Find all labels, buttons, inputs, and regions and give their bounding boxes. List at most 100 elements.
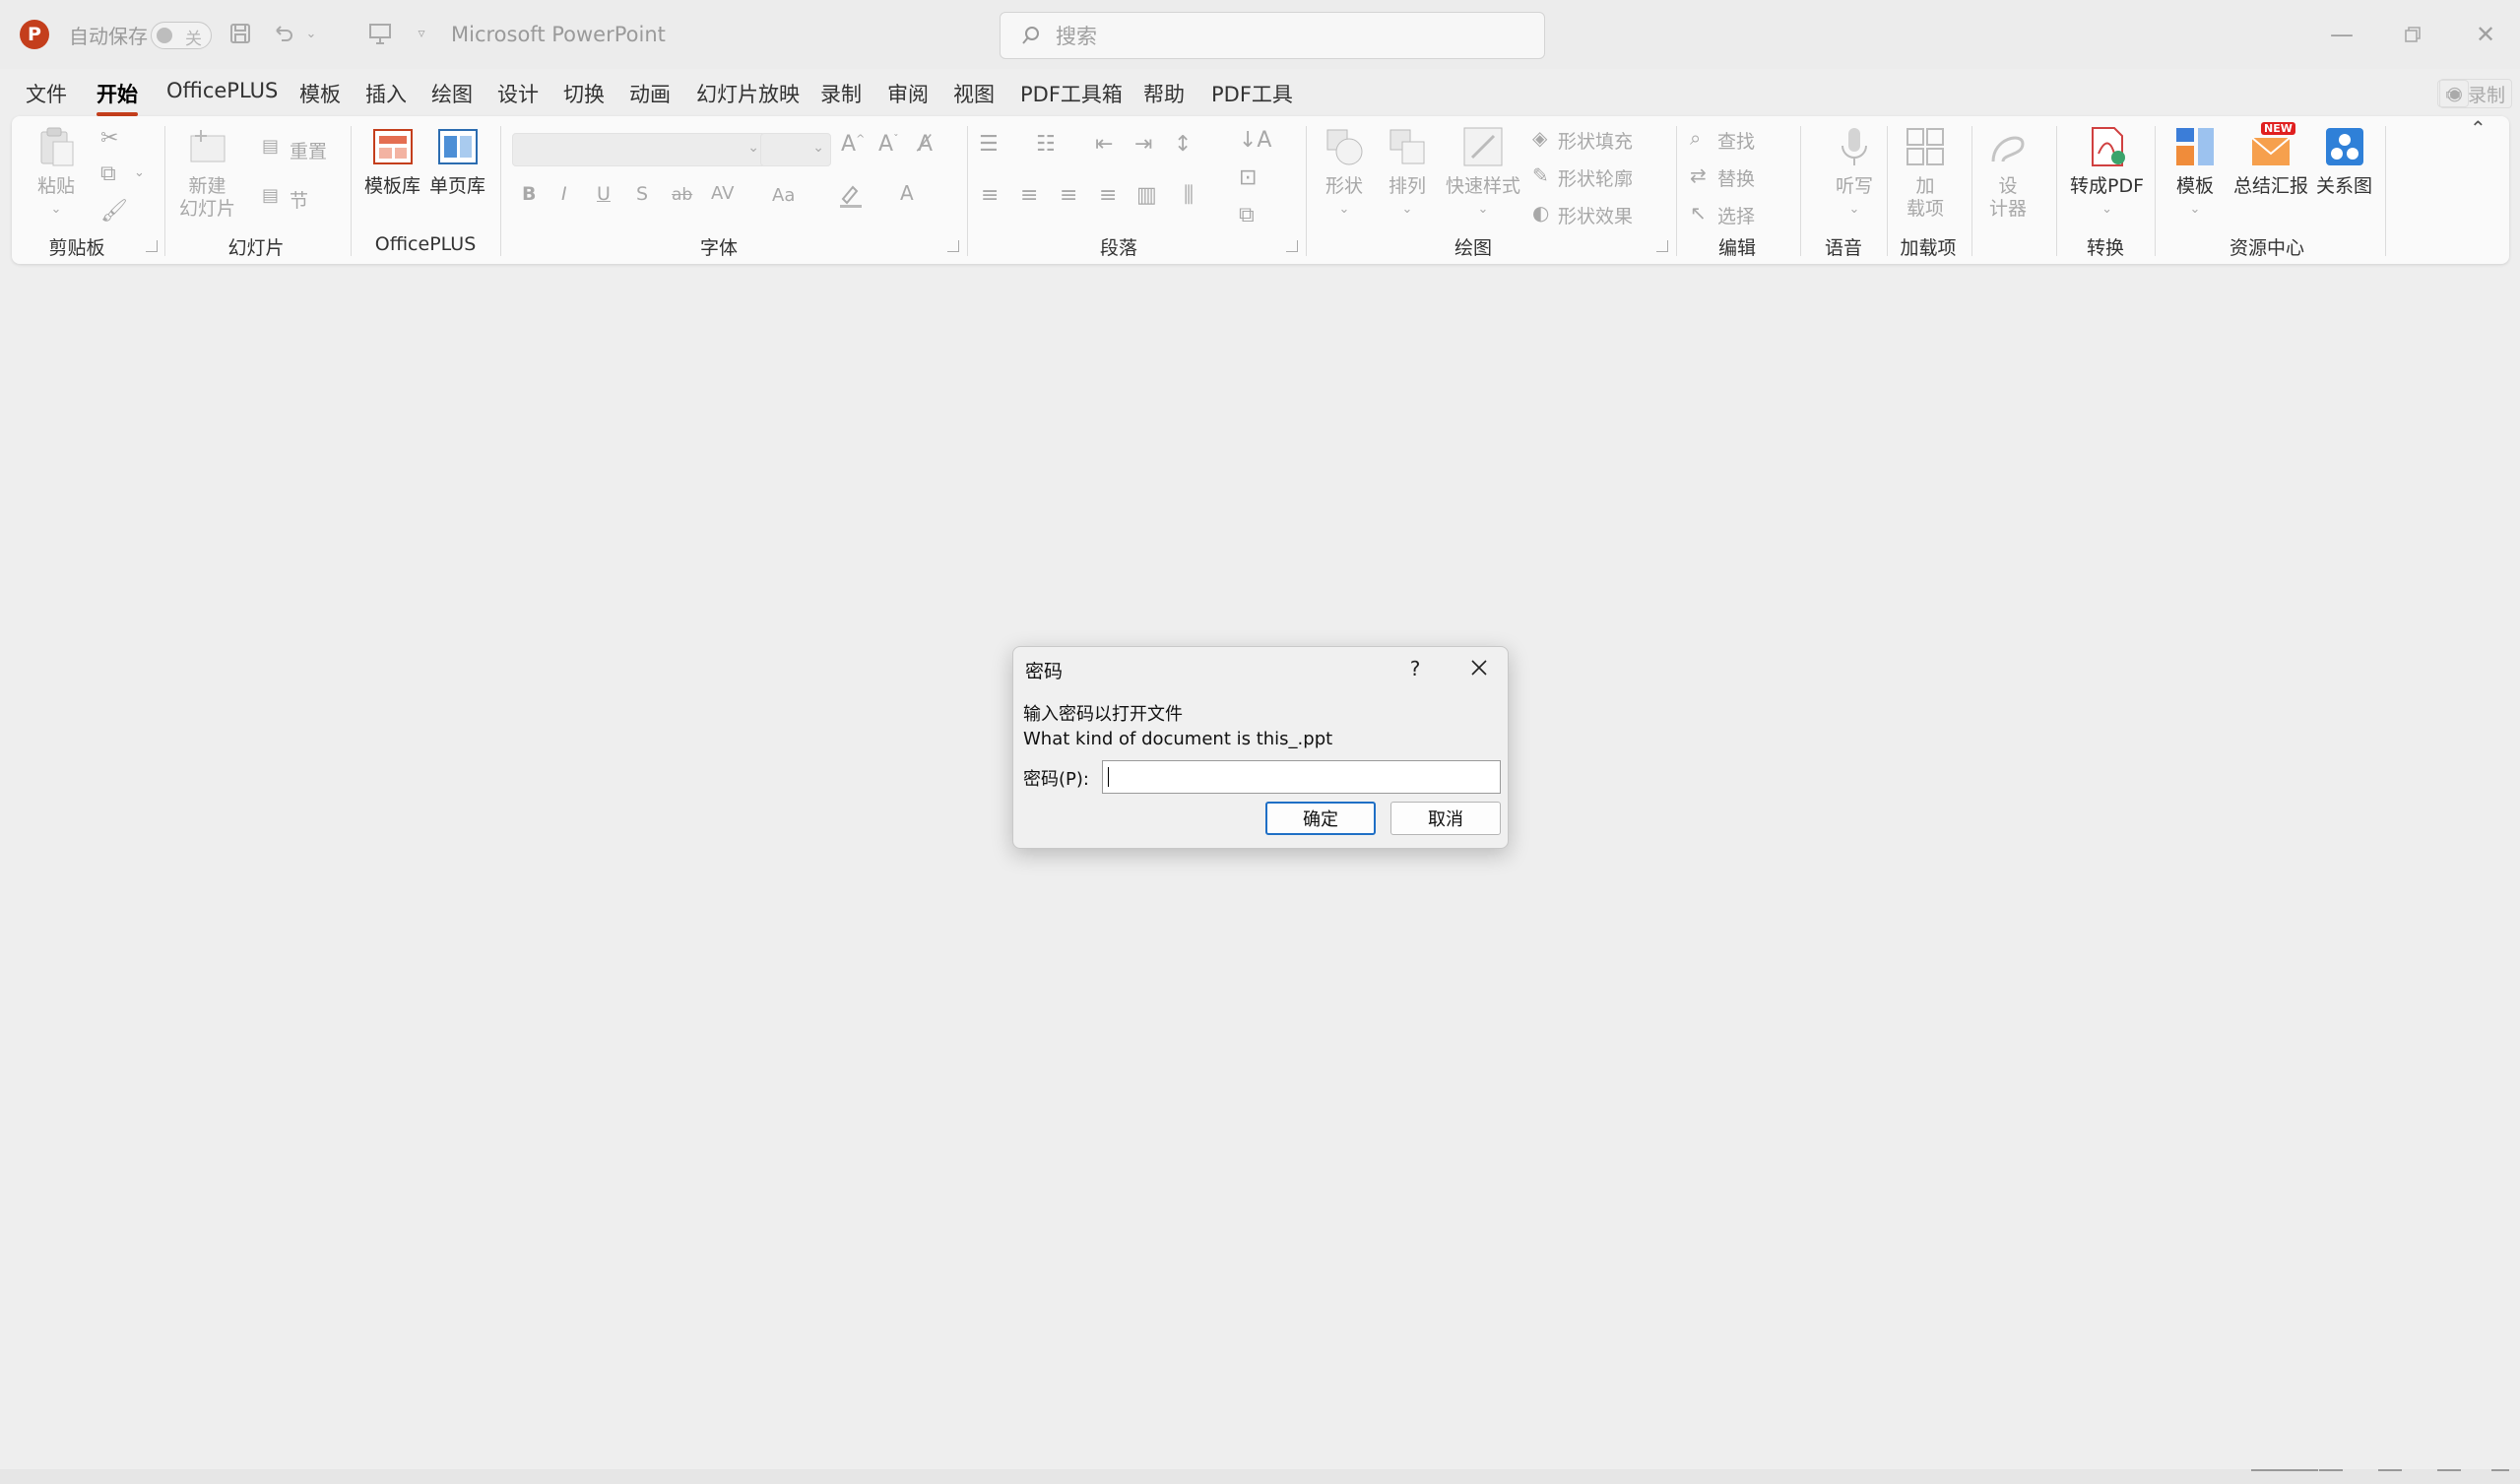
clear-formatting-icon[interactable]: A̸ xyxy=(918,132,933,157)
restore-button[interactable] xyxy=(2383,10,2442,59)
dialog-close-button[interactable] xyxy=(1456,651,1502,684)
tab-home[interactable]: 开始 xyxy=(97,79,138,116)
align-left-icon[interactable]: ≡ xyxy=(981,183,999,208)
font-color-icon[interactable]: A xyxy=(900,181,914,205)
customize-qat-icon[interactable]: ▿ xyxy=(406,18,437,49)
align-text-icon[interactable]: ⊡ xyxy=(1239,165,1257,190)
save-icon[interactable] xyxy=(225,18,256,49)
bold-icon[interactable]: B xyxy=(522,183,536,205)
present-icon[interactable] xyxy=(364,18,396,49)
text-direction-icon[interactable]: ↓A xyxy=(1239,128,1271,153)
cancel-button[interactable]: 取消 xyxy=(1390,802,1501,835)
undo-dropdown-icon[interactable]: ⌄ xyxy=(295,18,327,49)
minimize-button[interactable]: — xyxy=(2312,10,2371,59)
copy-icon[interactable]: ⧉ xyxy=(100,161,116,186)
character-spacing-icon[interactable]: AV xyxy=(711,183,734,204)
underline-icon[interactable]: U xyxy=(597,183,611,205)
shapes-button[interactable]: 形状 ⌄ xyxy=(1322,124,1367,221)
tab-pdf-toolbox[interactable]: PDF工具箱 xyxy=(1020,79,1123,108)
tab-template[interactable]: 模板 xyxy=(299,79,341,108)
password-input[interactable] xyxy=(1102,760,1501,794)
drawing-launcher-icon[interactable] xyxy=(1656,240,1668,252)
tab-help[interactable]: 帮助 xyxy=(1143,79,1185,108)
select-label[interactable]: 选择 xyxy=(1717,202,1755,228)
shape-fill-icon[interactable]: ◈ xyxy=(1532,126,1547,150)
quick-styles-button[interactable]: 快速样式 ⌄ xyxy=(1446,124,1520,221)
help-button[interactable]: ? xyxy=(1395,653,1435,684)
template-library-button[interactable]: 模板库 xyxy=(364,124,420,198)
clipboard-launcher-icon[interactable] xyxy=(146,240,158,252)
collapse-ribbon-icon[interactable]: ⌃ xyxy=(2470,116,2487,140)
highlight-icon[interactable] xyxy=(837,181,865,215)
grow-font-icon[interactable]: A^ xyxy=(841,132,865,157)
increase-indent-icon[interactable]: ⇥ xyxy=(1134,132,1152,157)
cut-icon[interactable]: ✂ xyxy=(100,126,118,151)
text-shadow-icon[interactable]: S xyxy=(636,183,648,205)
bullets-icon[interactable]: ☰ xyxy=(979,132,999,157)
tab-officeplus[interactable]: OfficePLUS xyxy=(166,79,278,102)
relationship-diagram-button[interactable]: 关系图 xyxy=(2316,124,2372,198)
tab-insert[interactable]: 插入 xyxy=(365,79,407,108)
autosave-toggle[interactable]: 关 xyxy=(151,22,212,49)
decrease-indent-icon[interactable]: ⇤ xyxy=(1095,132,1113,157)
tab-design[interactable]: 设计 xyxy=(497,79,539,108)
search-box[interactable]: 搜索 xyxy=(1000,12,1545,59)
slideshow-view-icon[interactable] xyxy=(2437,1469,2461,1484)
normal-view-icon[interactable] xyxy=(2260,1469,2284,1484)
find-label[interactable]: 查找 xyxy=(1717,127,1755,154)
shape-outline-label[interactable]: 形状轮廓 xyxy=(1558,164,1633,191)
convert-to-pdf-button[interactable]: 转成PDF ⌄ xyxy=(2070,124,2144,221)
shape-outline-icon[interactable]: ✎ xyxy=(1532,163,1549,187)
tab-animations[interactable]: 动画 xyxy=(629,79,671,108)
numbering-icon[interactable]: ☷ xyxy=(1036,132,1056,157)
section-icon[interactable]: ▤ xyxy=(262,185,279,206)
format-painter-icon[interactable]: 🖌 xyxy=(100,199,128,224)
tab-review[interactable]: 审阅 xyxy=(887,79,929,108)
tab-slideshow[interactable]: 幻灯片放映 xyxy=(696,79,800,108)
reading-view-icon[interactable] xyxy=(2378,1469,2402,1484)
font-name-combo[interactable]: ⌄ xyxy=(512,133,766,166)
align-right-icon[interactable]: ≡ xyxy=(1060,183,1077,208)
replace-label[interactable]: 替换 xyxy=(1717,164,1755,191)
ok-button[interactable]: 确定 xyxy=(1265,802,1376,835)
tab-record[interactable]: 录制 xyxy=(820,79,862,108)
font-launcher-icon[interactable] xyxy=(947,240,959,252)
change-case-icon[interactable]: Aa xyxy=(772,185,795,206)
select-icon[interactable]: ↖ xyxy=(1690,201,1707,225)
zoom-out-icon[interactable] xyxy=(2491,1469,2509,1484)
find-icon[interactable]: ⌕ xyxy=(1690,126,1701,150)
tab-file[interactable]: 文件 xyxy=(26,79,67,108)
italic-icon[interactable]: I xyxy=(561,183,567,205)
addins-button[interactable]: 加 载项 xyxy=(1903,124,1948,221)
template-button[interactable]: 模板 ⌄ xyxy=(2172,124,2218,221)
new-slide-button[interactable]: 新建 幻灯片 xyxy=(179,124,235,221)
shape-effects-icon[interactable]: ◐ xyxy=(1532,201,1549,225)
dictate-button[interactable]: 听写 ⌄ xyxy=(1832,124,1877,221)
designer-button[interactable]: 设 计器 xyxy=(1985,124,2031,221)
summary-report-button[interactable]: 总结汇报 xyxy=(2233,124,2308,198)
tab-draw[interactable]: 绘图 xyxy=(431,79,473,108)
distributed-icon[interactable]: ▥ xyxy=(1136,183,1157,208)
tab-transitions[interactable]: 切换 xyxy=(563,79,605,108)
paste-button[interactable]: 粘贴 ⌄ xyxy=(33,124,79,221)
smartart-icon[interactable]: ⧉ xyxy=(1239,203,1255,227)
shape-effects-label[interactable]: 形状效果 xyxy=(1558,202,1633,228)
justify-icon[interactable]: ≡ xyxy=(1099,183,1117,208)
reset-label[interactable]: 重置 xyxy=(290,137,327,163)
single-page-library-button[interactable]: 单页库 xyxy=(429,124,485,198)
line-spacing-icon[interactable]: ↕ xyxy=(1174,132,1192,157)
arrange-button[interactable]: 排列 ⌄ xyxy=(1385,124,1430,221)
columns-icon[interactable]: ⫼ xyxy=(1184,183,1194,208)
record-button[interactable]: ◉ 录制 xyxy=(2439,79,2512,108)
shrink-font-icon[interactable]: Aˇ xyxy=(878,132,899,157)
tab-view[interactable]: 视图 xyxy=(953,79,995,108)
replace-icon[interactable]: ⇄ xyxy=(1690,163,1707,187)
copy-dropdown-icon[interactable]: ⌄ xyxy=(134,165,145,180)
font-size-combo[interactable]: ⌄ xyxy=(760,133,831,166)
tab-pdf-tools[interactable]: PDF工具 xyxy=(1211,79,1293,108)
shape-fill-label[interactable]: 形状填充 xyxy=(1558,127,1633,154)
section-label[interactable]: 节 xyxy=(290,186,308,213)
reset-icon[interactable]: ▤ xyxy=(262,136,279,157)
close-window-button[interactable]: ✕ xyxy=(2456,10,2515,59)
strikethrough-icon[interactable]: ab xyxy=(672,185,692,205)
